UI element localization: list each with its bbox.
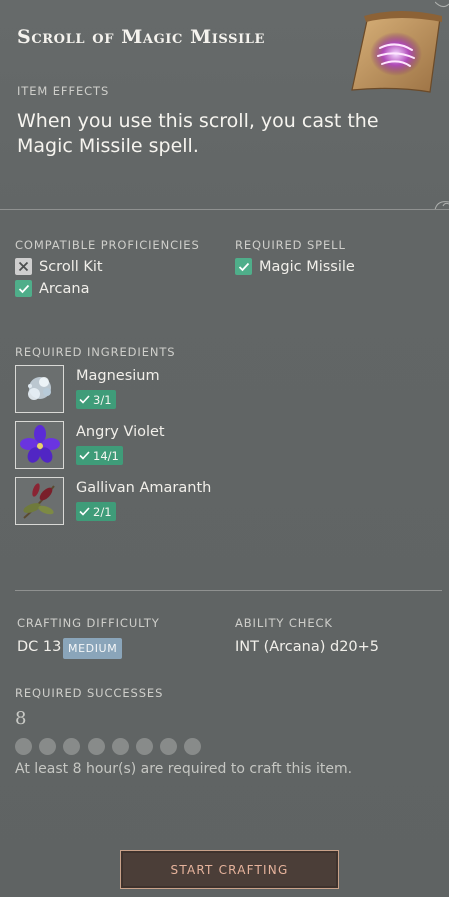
check-icon (79, 507, 90, 516)
check-icon (235, 258, 252, 275)
violet-flower-icon (15, 421, 64, 469)
spell-label: REQUIRED SPELL (235, 238, 346, 252)
ingredient-row[interactable]: Magnesium 3/1 (15, 365, 315, 413)
success-dot (15, 738, 32, 755)
magnesium-icon (15, 365, 64, 413)
proficiency-item: Scroll Kit (15, 258, 103, 275)
success-dot (63, 738, 81, 755)
success-dot (184, 738, 202, 755)
ingredient-name: Angry Violet (76, 424, 165, 440)
required-successes-label: REQUIRED SUCCESSES (15, 686, 164, 700)
section-divider (0, 209, 449, 210)
check-icon (79, 395, 90, 404)
proficiency-item: Arcana (15, 280, 90, 297)
spell-item: Magic Missile (235, 258, 355, 275)
spell-name: Magic Missile (259, 258, 355, 275)
check-icon (15, 280, 32, 297)
ingredient-count: 3/1 (93, 392, 112, 407)
ingredient-count: 2/1 (93, 504, 112, 519)
success-dot (111, 738, 129, 755)
ingredient-name: Gallivan Amaranth (76, 480, 212, 496)
x-icon (15, 258, 32, 275)
crafting-difficulty-label: CRAFTING DIFFICULTY (17, 616, 160, 630)
corner-ornament-icon (435, 1, 449, 8)
start-crafting-button[interactable]: START CRAFTING (120, 850, 339, 889)
ingredient-name: Magnesium (76, 368, 160, 384)
success-dot (135, 738, 153, 755)
effects-text: When you use this scroll, you cast the M… (17, 110, 379, 157)
check-icon (79, 451, 90, 460)
ability-check-value: INT (Arcana) d20+5 (235, 639, 380, 655)
ingredient-count: 14/1 (93, 448, 119, 463)
ingredient-row[interactable]: Angry Violet 14/1 (15, 421, 315, 469)
ability-check-label: ABILITY CHECK (235, 616, 333, 630)
scroll-item-icon (351, 11, 442, 93)
crafting-panel: Scroll of Magic Missile ITEM EFFECTS Whe… (0, 0, 449, 897)
proficiency-label: Scroll Kit (39, 258, 103, 275)
success-dot (160, 738, 178, 755)
ingredient-count-badge: 14/1 (76, 446, 123, 465)
ingredients-label: REQUIRED INGREDIENTS (15, 345, 176, 359)
section-divider (15, 590, 442, 591)
proficiency-label: Arcana (39, 280, 90, 297)
difficulty-badge: MEDIUM (63, 638, 123, 659)
effects-label: ITEM EFFECTS (17, 84, 110, 98)
ingredient-count-badge: 3/1 (76, 390, 116, 409)
ingredient-count-badge: 2/1 (76, 502, 116, 521)
amaranth-plant-icon (15, 477, 64, 525)
item-title: Scroll of Magic Missile (17, 26, 266, 48)
success-tracker (15, 738, 209, 755)
crafting-time-note: At least 8 hour(s) are required to craft… (15, 761, 353, 777)
success-dot (39, 738, 57, 755)
proficiencies-label: COMPATIBLE PROFICIENCIES (15, 238, 200, 252)
item-header: Scroll of Magic Missile ITEM EFFECTS Whe… (0, 0, 449, 210)
required-successes-count: 8 (15, 708, 27, 729)
success-dot (87, 738, 105, 755)
ingredient-row[interactable]: Gallivan Amaranth 2/1 (15, 477, 315, 525)
difficulty-class: DC 13 (17, 639, 62, 655)
